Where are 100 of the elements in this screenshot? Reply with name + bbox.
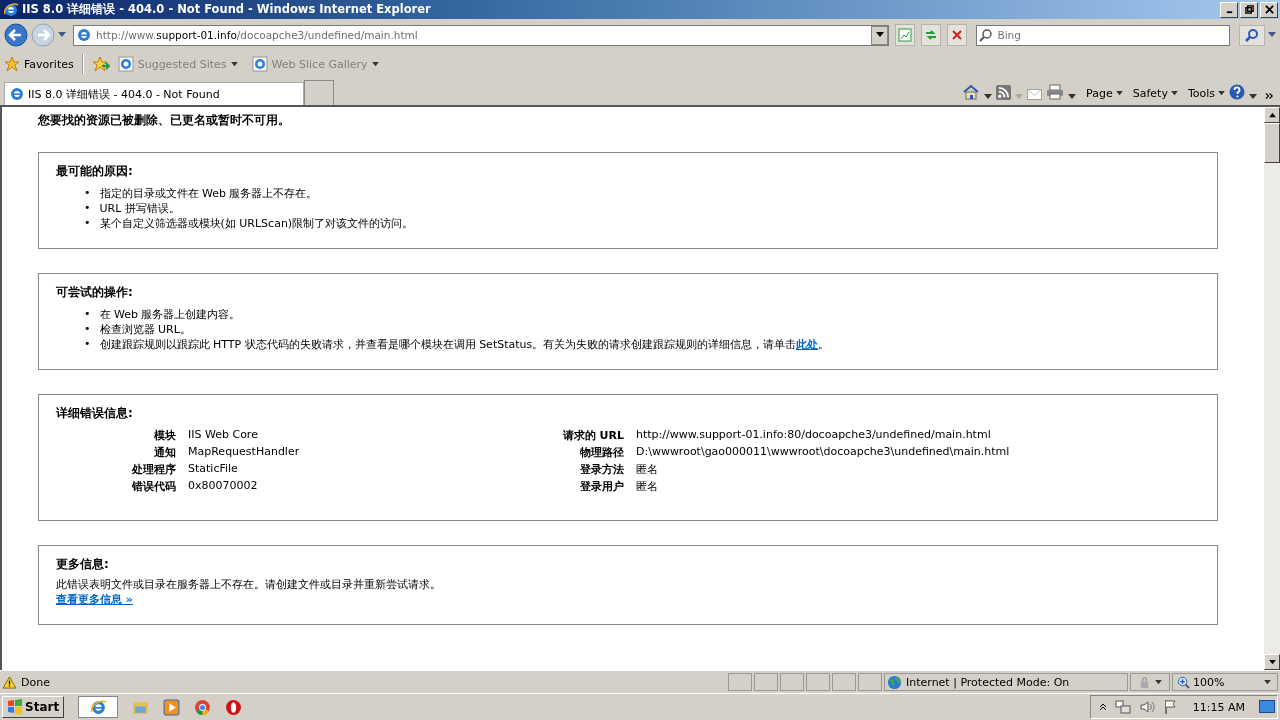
field-value: 匿名 — [636, 479, 659, 494]
status-panel — [858, 673, 882, 691]
chart-page-icon — [898, 28, 913, 42]
restore-button[interactable] — [1240, 1, 1258, 18]
field-label: 模块 — [153, 428, 176, 443]
caret-icon — [1170, 91, 1178, 96]
list-item: URL 拼写错误。 — [99, 201, 180, 216]
list-bullet: • — [84, 307, 91, 322]
caret-icon — [371, 61, 379, 67]
close-button[interactable] — [1260, 1, 1278, 18]
page-icon — [76, 27, 92, 43]
network-icon[interactable] — [1114, 699, 1131, 715]
address-dropdown-button[interactable] — [871, 25, 888, 45]
window-title: IIS 8.0 详细错误 - 404.0 - Not Found - Windows Internet Explorer — [22, 2, 432, 17]
lock-icon — [1138, 675, 1151, 689]
list-item: 某个自定义筛选器或模块(如 URLScan)限制了对该文件的访问。 — [99, 216, 414, 231]
caret-icon — [1264, 679, 1271, 685]
url-text: http://www.support-01.info/docoapche3/undefined/main.html — [96, 29, 419, 41]
zoom-icon — [1177, 675, 1190, 689]
minimize-button[interactable] — [1220, 1, 1238, 18]
chevron-icon[interactable] — [1265, 92, 1274, 100]
browser-logo-icon — [3, 1, 19, 18]
search-icon — [1245, 28, 1260, 42]
scroll-thumb[interactable] — [1264, 123, 1280, 163]
back-icon[interactable] — [4, 23, 28, 47]
opera-icon[interactable] — [225, 698, 243, 716]
field-value: 匿名 — [636, 462, 659, 477]
close-icon — [1264, 5, 1274, 14]
section-title: 更多信息: — [56, 556, 110, 573]
command-menu[interactable]: Safety — [1132, 87, 1178, 100]
more-info-link[interactable]: 查看更多信息 » — [56, 592, 133, 607]
search-button[interactable] — [1239, 24, 1265, 46]
command-menu[interactable]: Tools — [1187, 87, 1225, 100]
list-bullet: • — [84, 337, 91, 352]
help-icon[interactable] — [1229, 84, 1245, 100]
taskbar-button[interactable] — [78, 696, 119, 718]
restore-icon — [1244, 5, 1254, 14]
command-menu[interactable]: Page — [1086, 87, 1123, 100]
show-hidden-icons-icon[interactable] — [1098, 703, 1107, 711]
field-value: IIS Web Core — [188, 428, 259, 443]
refresh-button[interactable] — [921, 24, 942, 46]
field-label: 请求的 URL — [561, 428, 624, 443]
status-panel — [728, 673, 752, 691]
field-label: 登录方法 — [579, 462, 624, 477]
scroll-down-icon[interactable] — [1268, 659, 1276, 665]
media-player-icon[interactable] — [163, 698, 181, 716]
start-button[interactable]: Start — [2, 696, 65, 718]
browser-tab[interactable]: IIS 8.0 详细错误 - 404.0 - Not Found — [4, 82, 304, 105]
list-item: 在 Web 服务器上创建内容。 — [99, 307, 241, 322]
favorites-button[interactable]: Favorites — [4, 56, 74, 72]
section-title: 最可能的原因: — [56, 163, 134, 180]
show-desktop-icon[interactable] — [1259, 700, 1275, 714]
feed-icon[interactable] — [996, 85, 1012, 100]
caret-icon[interactable] — [58, 32, 66, 38]
zoom-button[interactable]: 100% — [1172, 673, 1278, 691]
chrome-icon[interactable] — [194, 698, 212, 716]
field-label: 处理程序 — [131, 462, 176, 477]
print-icon[interactable] — [1046, 84, 1065, 100]
globe-icon — [887, 674, 902, 690]
scroll-up-icon[interactable] — [1268, 112, 1276, 118]
stop-button[interactable] — [947, 24, 968, 46]
list-item: 检查浏览器 URL。 — [99, 322, 191, 337]
status-panel — [780, 673, 804, 691]
caret-icon[interactable] — [1268, 32, 1276, 38]
status-panel — [832, 673, 856, 691]
caret-icon[interactable] — [1249, 94, 1257, 100]
field-value: StaticFile — [188, 462, 239, 477]
compatibility-button[interactable] — [895, 24, 916, 46]
mail-icon[interactable] — [1027, 89, 1043, 100]
status-panel — [754, 673, 778, 691]
list-bullet: • — [84, 322, 91, 337]
caret-icon — [230, 61, 238, 67]
search-field[interactable]: Bing — [976, 24, 1231, 46]
status-text: Done — [21, 675, 50, 689]
caret-icon[interactable] — [984, 94, 993, 100]
warning-icon — [2, 675, 17, 689]
add-favorite-icon[interactable] — [91, 56, 110, 72]
volume-icon[interactable] — [1138, 699, 1155, 715]
field-label: 物理路径 — [579, 445, 624, 460]
here-link[interactable]: 此处 — [796, 338, 819, 351]
list-item: 指定的目录或文件在 Web 服务器上不存在。 — [99, 186, 318, 201]
scroll-bar[interactable] — [1264, 107, 1280, 670]
page-icon — [9, 86, 25, 102]
caret-icon — [1155, 679, 1162, 685]
stop-icon — [950, 28, 965, 42]
flag-icon[interactable] — [1162, 699, 1179, 715]
security-zone-text: Internet | Protected Mode: On — [906, 675, 1070, 689]
section-title: 可尝试的操作: — [56, 284, 134, 301]
list-bullet: • — [84, 201, 91, 216]
windows-logo-icon — [7, 699, 23, 715]
field-value: MapRequestHandler — [188, 445, 301, 460]
field-value: http://www.support-01.info:80/docoapche3/undefined/main.html — [636, 428, 992, 443]
caret-icon — [1115, 91, 1123, 96]
field-value: 0x80070002 — [188, 479, 259, 494]
list-bullet: • — [84, 186, 91, 201]
address-field[interactable]: http://www.support-01.info/docoapche3/undefined/main.html — [73, 24, 889, 46]
page-icon — [117, 56, 134, 72]
home-icon[interactable] — [962, 84, 981, 100]
caret-icon — [875, 32, 884, 38]
caret-icon[interactable] — [1068, 94, 1077, 100]
